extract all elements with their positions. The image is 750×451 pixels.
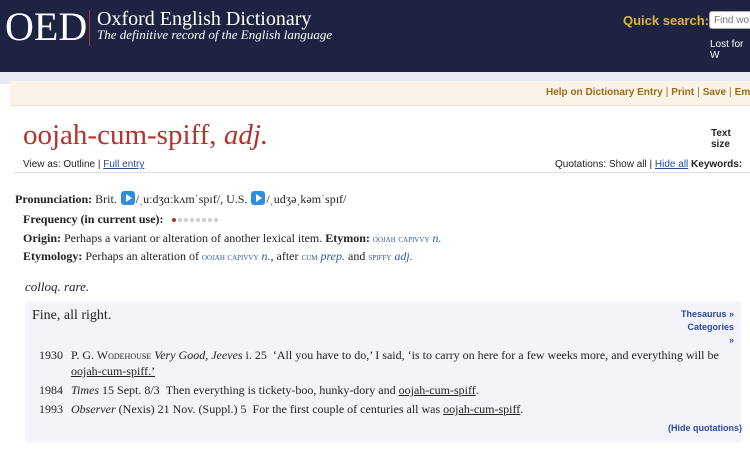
frequency-dot <box>195 218 200 222</box>
hide-quotations-link[interactable]: (Hide quotations) <box>668 423 742 433</box>
frequency-dot <box>201 218 206 222</box>
quick-search-label: Quick search: <box>623 13 709 28</box>
quotation-text: Times 15 Sept. 8/3 Then everything is ti… <box>71 383 479 398</box>
etymology-link-spiffy[interactable]: spiffy <box>368 252 391 263</box>
quotation-text: Observer (Nexis) 21 Nov. (Suppl.) 5 For … <box>71 402 523 417</box>
origin-text: Perhaps a variant or alteration of anoth… <box>64 231 323 245</box>
quotation-ref: (Nexis) 21 Nov. (Suppl.) 5 <box>118 402 247 416</box>
etymology-pos-2: prep. <box>320 249 346 263</box>
etymology-pos-3: adj. <box>394 249 413 263</box>
play-audio-icon[interactable] <box>251 191 266 205</box>
print-link[interactable]: Print <box>671 87 694 98</box>
origin-label: Origin: <box>23 231 61 245</box>
hide-all-link[interactable]: Hide all <box>655 159 688 170</box>
frequency-dot <box>189 218 194 222</box>
sense-side-links: Thesaurus » Categories » <box>680 308 734 347</box>
frequency-dot <box>171 218 176 222</box>
play-audio-icon[interactable] <box>120 191 135 205</box>
etymology-pre: Perhaps an alteration of <box>85 249 199 263</box>
pronunciation-line: Pronunciation: Brit. /ˌuːdʒɑːkʌmˈspɪf/, … <box>15 191 347 206</box>
headword: oojah-cum-spiff, adj. <box>23 119 268 152</box>
view-outline[interactable]: Outline <box>63 159 95 170</box>
pronunciation-label: Pronunciation: <box>15 192 93 206</box>
quotation-body-cont: oojah-cum-spiff.’ <box>71 364 156 378</box>
headword-text: oojah-cum-spiff, <box>23 119 217 151</box>
usage-label: colloq. rare. <box>25 279 90 294</box>
frequency-dot <box>177 218 182 222</box>
quotation-work: Observer <box>71 402 116 416</box>
etymon-pos: n. <box>432 231 442 245</box>
quotation-work: Times <box>71 383 100 397</box>
site-header: OED Oxford English Dictionary The defini… <box>0 0 750 72</box>
frequency-label: Frequency (in current use): <box>23 212 164 226</box>
quotation-year: 1930 <box>39 348 63 362</box>
quotations-label: Quotations: <box>555 159 607 170</box>
brit-label: Brit. <box>95 192 117 206</box>
entry-toolbar: Help on Dictionary Entry | Print | Save | Em <box>10 81 750 106</box>
etymology-label: Etymology: <box>23 249 83 263</box>
quotation-text: P. G. Wodehouse Very Good, Jeeves i. 25 … <box>71 348 719 363</box>
frequency-dot <box>207 218 212 222</box>
lost-for-words-link[interactable]: Lost for W <box>710 39 750 61</box>
etymology-line: Etymology: Perhaps an alteration of ooja… <box>23 249 413 264</box>
us-label: U.S. <box>226 192 248 206</box>
etymon-label: Etymon: <box>325 231 370 245</box>
quotation-body: Then everything is tickety-boo, hunky-do… <box>165 383 396 397</box>
sense-definition: Fine, all right. <box>32 308 112 323</box>
toolbar-links: Help on Dictionary Entry | Print | Save | Em <box>546 87 750 98</box>
us-ipa: /ˌudʒəˌkəmˈspɪf/ <box>266 192 347 206</box>
thesaurus-link[interactable]: Thesaurus » <box>680 308 734 321</box>
text-size-control[interactable]: Text size <box>711 128 750 150</box>
quotation-year: 1993 <box>39 402 63 416</box>
quotation-keyword: oojah-cum-spiff <box>443 402 521 416</box>
quotation-end: . <box>520 402 524 416</box>
etymology-pos-1: n. <box>261 249 271 263</box>
frequency-dot <box>213 218 218 222</box>
quotation-end: . <box>475 383 479 397</box>
quotations-control: Quotations: Show all | Hide all Keywords… <box>555 159 743 170</box>
help-link[interactable]: Help on Dictionary Entry <box>546 87 663 98</box>
etymology-link-cum[interactable]: cum <box>302 252 318 263</box>
quotation-author: P. G. Wodehouse <box>71 348 152 362</box>
show-all-link[interactable]: Show all <box>609 159 647 170</box>
frequency-line: Frequency (in current use): <box>23 211 220 227</box>
etymology-link-oojah[interactable]: oojah capivvy <box>202 252 259 263</box>
quotation-ref: 15 Sept. 8/3 <box>102 383 160 397</box>
dictionary-tagline: The definitive record of the English lan… <box>97 27 333 42</box>
etymology-after: , after <box>270 249 299 263</box>
quotation-ref: i. 25 <box>245 348 267 362</box>
quotation-keyword: oojah-cum-spiff <box>398 383 476 397</box>
oed-logo[interactable]: OED <box>5 3 87 50</box>
quotation-body: For the first couple of centuries all wa… <box>252 402 441 416</box>
quotation-year: 1984 <box>39 383 63 397</box>
categories-link[interactable]: Categories » <box>680 321 734 347</box>
toolbar-sep: | <box>697 87 700 98</box>
headword-pos: adj. <box>223 119 269 151</box>
toolbar-sep: | <box>729 87 732 98</box>
quotation-body: ‘All you have to do,’ I said, ‘is to car… <box>272 348 719 362</box>
origin-line: Origin: Perhaps a variant or alteration … <box>23 231 441 246</box>
logo-divider <box>89 10 90 46</box>
view-full-entry-link[interactable]: Full entry <box>103 159 144 170</box>
etymon-link[interactable]: oojah capivvy <box>373 234 430 245</box>
quotation-work: Very Good, Jeeves <box>154 348 243 362</box>
view-as-label: View as: <box>23 159 61 170</box>
divider <box>13 172 750 173</box>
frequency-dots[interactable] <box>171 211 220 226</box>
etymology-and: and <box>348 249 366 263</box>
view-as: View as: Outline | Full entry <box>23 159 145 170</box>
keywords-label: Keywords: <box>691 159 743 170</box>
toolbar-sep: | <box>665 87 669 98</box>
quick-search-input[interactable] <box>709 11 750 29</box>
brit-ipa: /ˌuːdʒɑːkʌmˈspɪf/ <box>135 192 221 206</box>
email-link[interactable]: Em <box>735 87 750 98</box>
save-link[interactable]: Save <box>703 87 726 98</box>
frequency-dot <box>183 218 188 222</box>
